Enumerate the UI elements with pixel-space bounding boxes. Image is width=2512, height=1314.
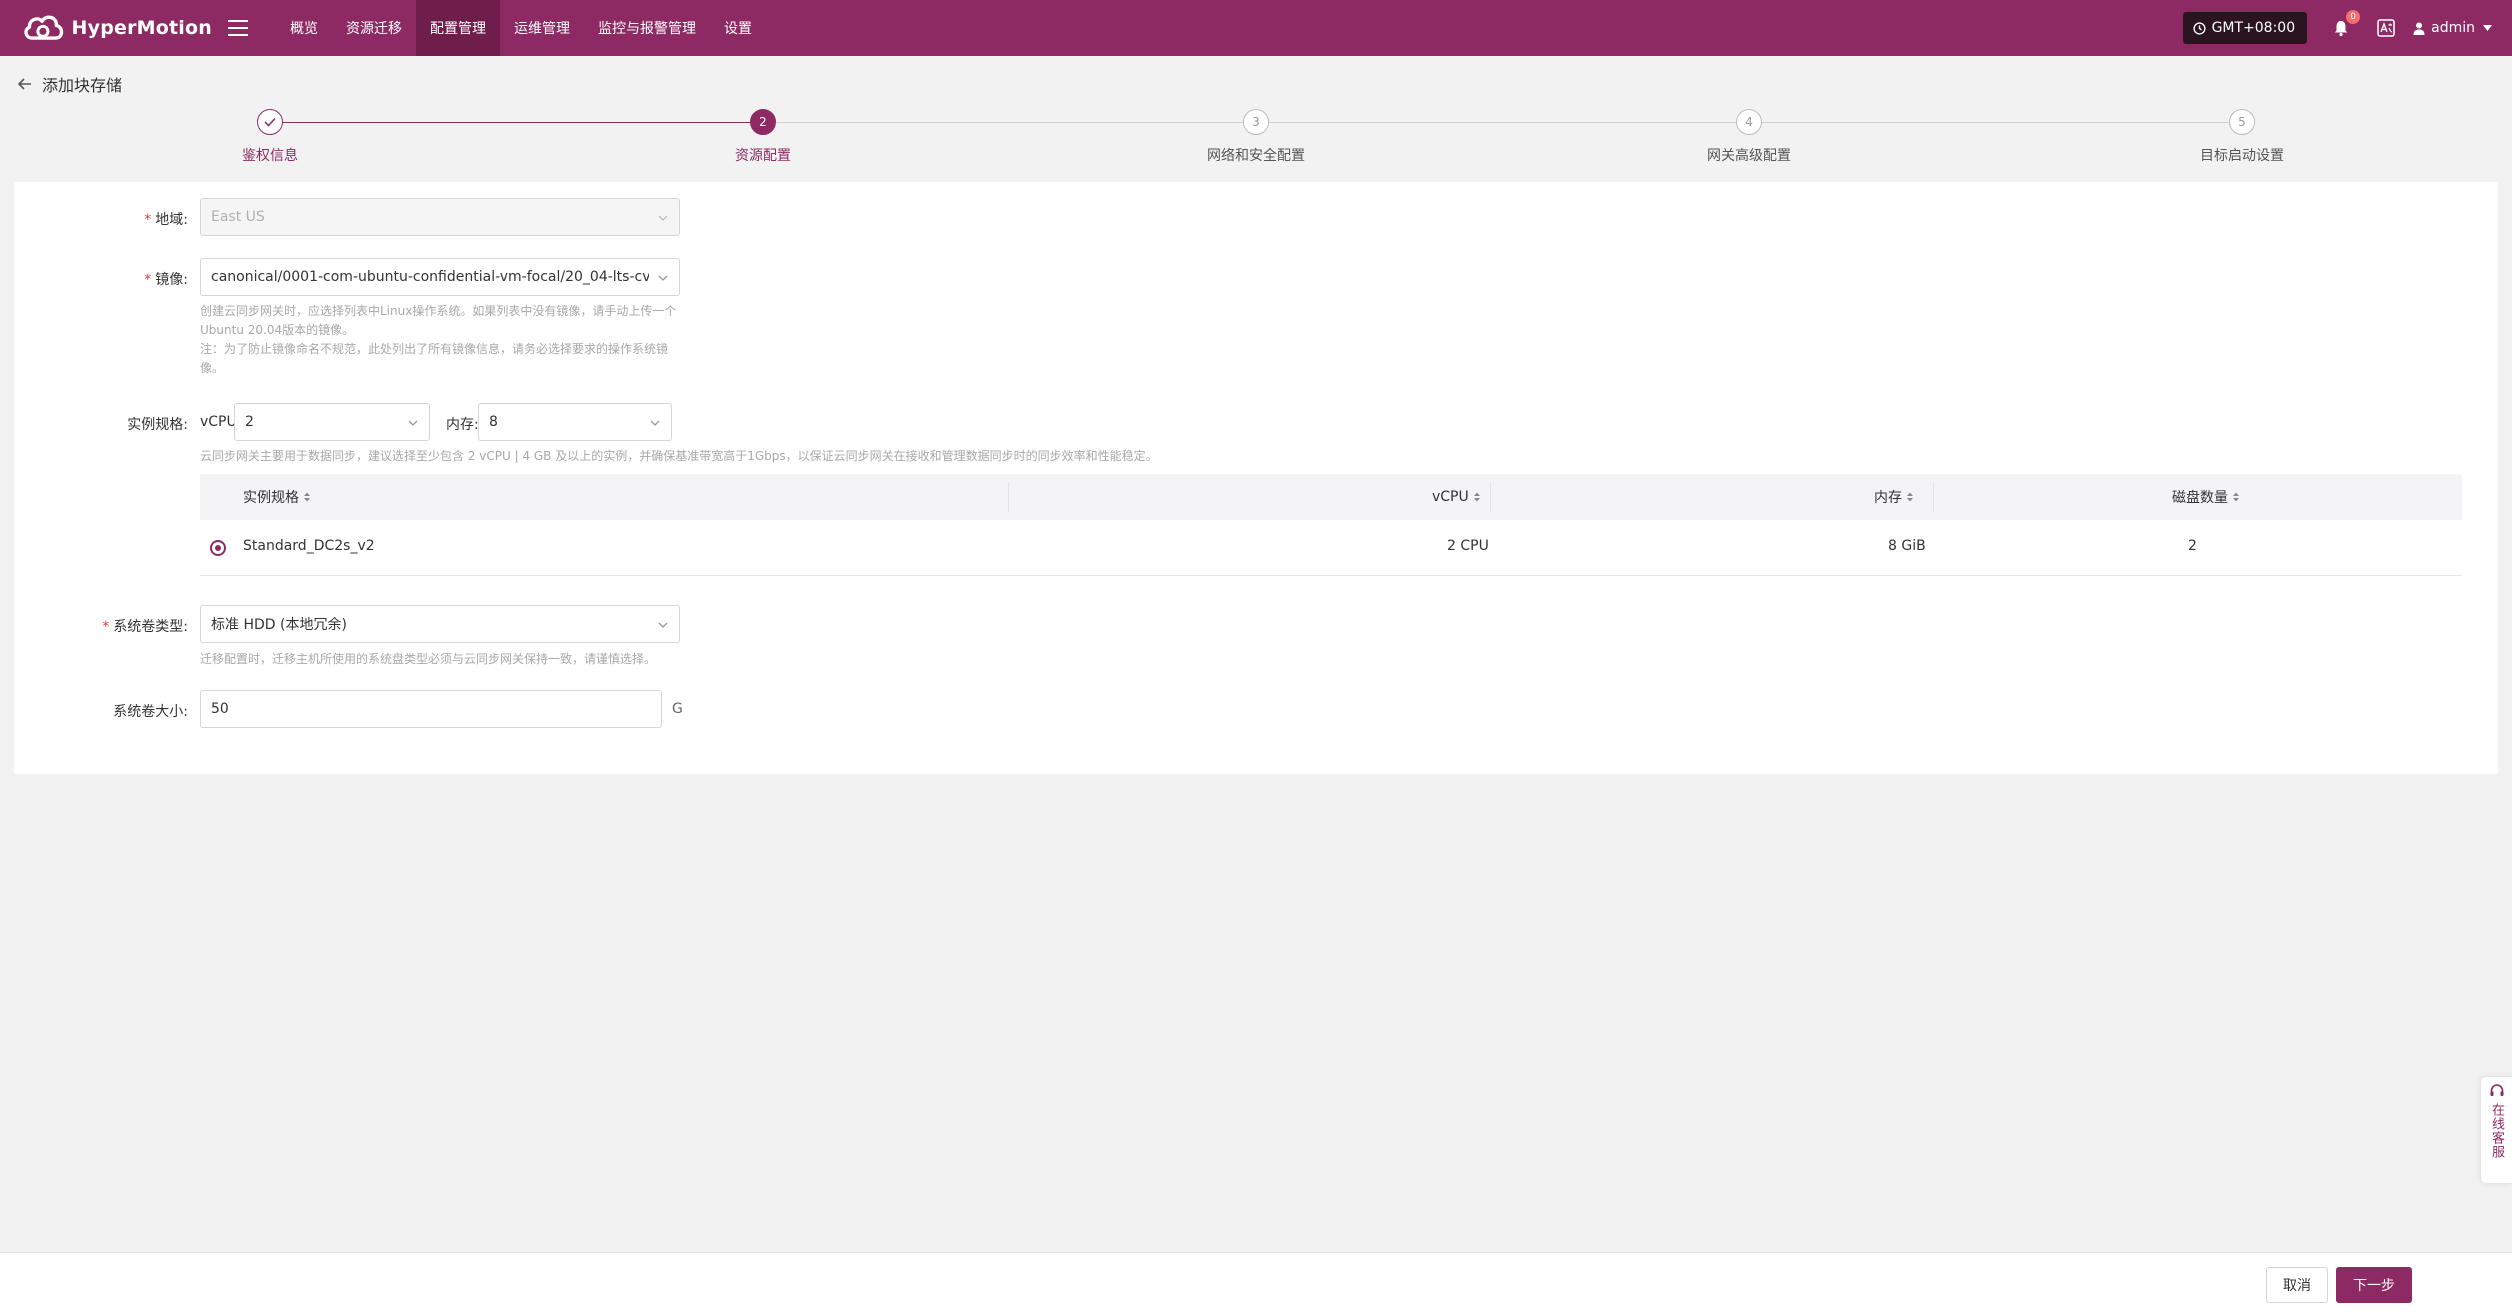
- column-header-spec[interactable]: 实例规格: [243, 487, 311, 507]
- memory-label: 内存:: [446, 417, 479, 433]
- step-label: 目标启动设置: [2200, 148, 2284, 164]
- caret-down-icon: [2483, 25, 2492, 31]
- vcpu-select[interactable]: 2: [234, 403, 430, 441]
- column-header-memory[interactable]: 内存: [1874, 487, 1914, 507]
- column-header-vcpu[interactable]: vCPU: [1432, 489, 1481, 505]
- chevron-down-icon: [658, 215, 668, 221]
- step-resource-config[interactable]: 2 资源配置: [633, 108, 893, 165]
- step-number: 5: [2229, 109, 2255, 135]
- page-title: 添加块存储: [42, 76, 123, 95]
- cell-spec-name: Standard_DC2s_v2: [243, 538, 375, 554]
- spec-label: 实例规格:: [127, 417, 188, 433]
- column-divider: [1008, 482, 1009, 512]
- step-network-security[interactable]: 3 网络和安全配置: [1126, 108, 1386, 165]
- cell-memory: 8 GiB: [1888, 538, 1926, 554]
- disk-size-unit: G: [672, 701, 683, 717]
- app-name: HyperMotion: [71, 17, 212, 39]
- image-value: canonical/0001-com-ubuntu-confidential-v…: [211, 269, 649, 285]
- cancel-button[interactable]: 取消: [2266, 1267, 2328, 1303]
- nav-settings[interactable]: 设置: [710, 0, 766, 56]
- notification-badge: 0: [2346, 10, 2361, 24]
- step-label: 网关高级配置: [1707, 148, 1791, 164]
- disk-type-label: * 系统卷类型:: [102, 619, 188, 635]
- sort-icon: [1907, 492, 1913, 502]
- nav-overview[interactable]: 概览: [276, 0, 332, 56]
- footer-actions: 取消 下一步: [0, 1252, 2512, 1314]
- timezone-text: GMT+08:00: [2211, 20, 2296, 36]
- page-header: 添加块存储: [16, 72, 122, 96]
- user-menu[interactable]: admin: [2413, 20, 2498, 36]
- sort-icon: [304, 492, 310, 502]
- disk-size-value: 50: [211, 701, 229, 717]
- form-card: * 地域: East US * 镜像: canonical/0001-com-ubu…: [14, 182, 2498, 774]
- nav-monitoring-alerts[interactable]: 监控与报警管理: [584, 0, 710, 56]
- online-service-label: 在线客服: [2489, 1103, 2504, 1159]
- vcpu-value: 2: [245, 414, 254, 430]
- disk-type-select[interactable]: 标准 HDD (本地冗余): [200, 605, 680, 643]
- menu-toggle-icon[interactable]: [228, 20, 248, 36]
- step-label: 资源配置: [735, 148, 791, 164]
- step-target-boot[interactable]: 5 目标启动设置: [2112, 108, 2372, 165]
- sort-icon: [1473, 492, 1480, 502]
- chevron-down-icon: [658, 275, 668, 281]
- step-number: 3: [1243, 109, 1269, 135]
- back-arrow-icon[interactable]: [16, 75, 34, 93]
- chevron-down-icon: [408, 420, 418, 426]
- column-divider: [1490, 482, 1491, 512]
- disk-size-input[interactable]: 50: [200, 690, 662, 728]
- nav-resource-migration[interactable]: 资源迁移: [332, 0, 416, 56]
- disk-size-label: 系统卷大小:: [113, 704, 188, 720]
- online-service-button[interactable]: 在线客服: [2480, 1076, 2512, 1184]
- nav-config-management[interactable]: 配置管理: [416, 0, 500, 56]
- disk-type-value: 标准 HDD (本地冗余): [211, 617, 347, 633]
- step-label: 鉴权信息: [242, 148, 298, 164]
- region-value: East US: [211, 209, 265, 225]
- image-hint: 创建云同步网关时，应选择列表中Linux操作系统。如果列表中没有镜像，请手动上传…: [200, 304, 677, 375]
- chevron-down-icon: [650, 420, 660, 426]
- cell-disks: 2: [2188, 538, 2197, 554]
- step-auth-info[interactable]: 鉴权信息: [140, 108, 400, 165]
- main-nav: 概览 资源迁移 配置管理 运维管理 监控与报警管理 设置: [276, 0, 766, 56]
- next-button[interactable]: 下一步: [2336, 1267, 2412, 1303]
- nav-ops-management[interactable]: 运维管理: [500, 0, 584, 56]
- hypermotion-logo-icon: [24, 15, 64, 40]
- disk-type-hint: 迁移配置时，迁移主机所使用的系统盘类型必须与云同步网关保持一致，请谨慎选择。: [200, 652, 657, 666]
- cell-vcpu: 2 CPU: [1447, 538, 1489, 554]
- step-gateway-advanced[interactable]: 4 网关高级配置: [1619, 108, 1879, 165]
- table-row[interactable]: Standard_DC2s_v2 2 CPU 8 GiB 2: [200, 520, 2462, 576]
- chevron-down-icon: [658, 622, 668, 628]
- wizard-steps: 鉴权信息 2 资源配置 3 网络和安全配置 4 网关高级配置 5 目标启动设置: [0, 108, 2512, 164]
- sort-icon: [2233, 492, 2239, 502]
- headset-icon: [2490, 1084, 2503, 1096]
- clock-icon: [2192, 21, 2206, 35]
- table-header: 实例规格 vCPU 内存 磁盘数量: [200, 474, 2462, 520]
- image-label: * 镜像:: [144, 272, 188, 288]
- image-select[interactable]: canonical/0001-com-ubuntu-confidential-v…: [200, 258, 680, 296]
- user-icon: [2413, 22, 2425, 35]
- top-navbar: HyperMotion 概览 资源迁移 配置管理 运维管理 监控与报警管理 设置…: [0, 0, 2512, 56]
- check-icon: [257, 109, 283, 135]
- translate-icon: [2377, 19, 2395, 37]
- column-divider: [1933, 482, 1934, 512]
- brand[interactable]: HyperMotion: [22, 8, 212, 48]
- instance-spec-table: 实例规格 vCPU 内存 磁盘数量 Standard_DC2s_v2 2 CPU: [200, 474, 2462, 576]
- memory-select[interactable]: 8: [478, 403, 672, 441]
- row-radio[interactable]: [210, 540, 226, 556]
- memory-value: 8: [489, 414, 498, 430]
- user-name: admin: [2431, 20, 2475, 36]
- column-header-disks[interactable]: 磁盘数量: [2172, 487, 2240, 507]
- step-label: 网络和安全配置: [1207, 148, 1305, 164]
- region-label: * 地域:: [144, 212, 188, 228]
- region-select[interactable]: East US: [200, 198, 680, 236]
- step-number: 4: [1736, 109, 1762, 135]
- notifications[interactable]: 0: [2329, 10, 2361, 40]
- spec-hint: 云同步网关主要用于数据同步，建议选择至少包含 2 vCPU | 4 GB 及以上…: [200, 449, 1158, 463]
- step-number: 2: [750, 109, 776, 135]
- timezone-display[interactable]: GMT+08:00: [2182, 12, 2308, 44]
- language-switch[interactable]: [2375, 17, 2397, 39]
- topbar-right: GMT+08:00 0 admin: [2182, 0, 2512, 56]
